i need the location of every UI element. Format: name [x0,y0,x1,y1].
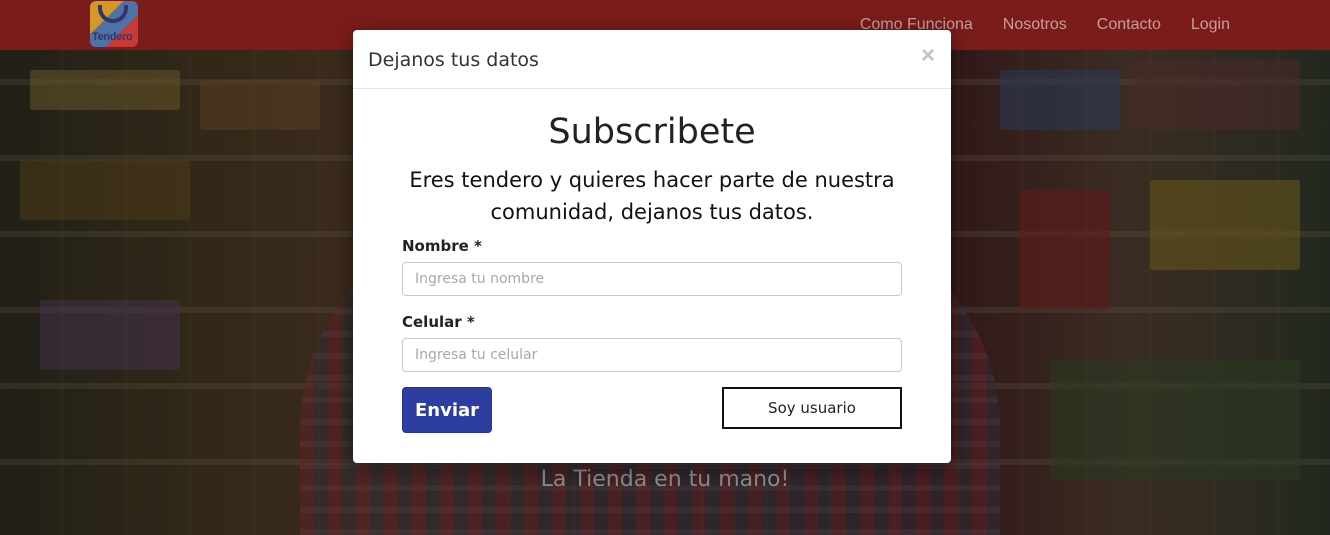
close-icon[interactable]: × [921,42,935,70]
brand-logo[interactable]: Tendero [90,1,138,47]
modal-title: Dejanos tus datos [368,49,539,71]
phone-input[interactable] [402,338,902,372]
nav-link-contacto[interactable]: Contacto [1097,16,1161,34]
modal-header: Dejanos tus datos × [353,30,951,89]
name-input[interactable] [402,262,902,296]
logo-smile-icon [98,5,128,23]
subscribe-description: Eres tendero y quieres hacer parte de nu… [409,168,895,224]
soy-usuario-button[interactable]: Soy usuario [722,387,902,429]
nav-link-login[interactable]: Login [1191,16,1230,34]
logo-text: Tendero [92,31,133,43]
hero-tagline: La Tienda en tu mano! [540,467,790,492]
name-label: Nombre * [402,237,482,255]
phone-label: Celular * [402,313,475,331]
subscribe-modal: Dejanos tus datos × Subscribete Eres ten… [353,30,951,463]
nav-link-nosotros[interactable]: Nosotros [1003,16,1067,34]
subscribe-heading: Subscribete [548,112,756,152]
submit-button[interactable]: Enviar [402,387,492,433]
